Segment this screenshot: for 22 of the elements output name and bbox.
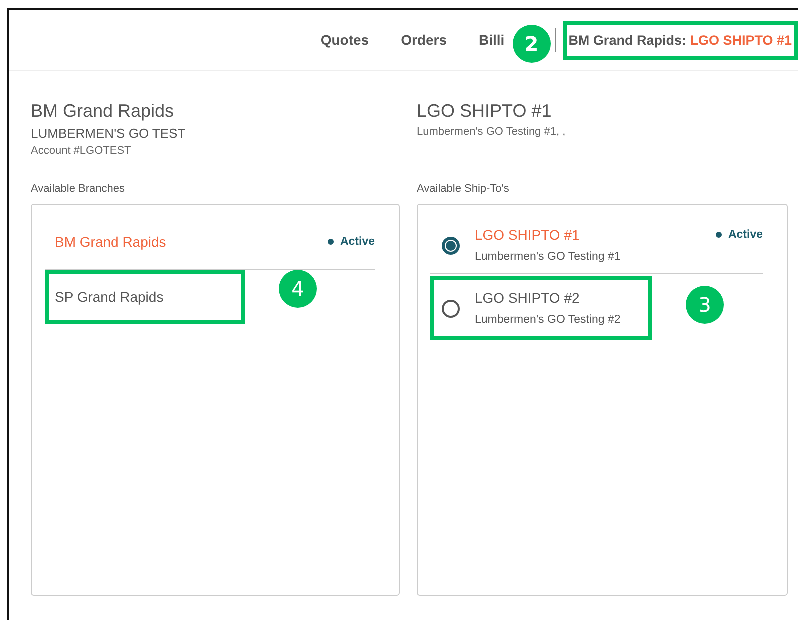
active-status: Active [716, 229, 763, 241]
radio-button[interactable] [442, 300, 460, 318]
branch-item[interactable]: SP Grand Rapids [55, 289, 164, 305]
company-name: LUMBERMEN'S GO TEST [31, 126, 187, 141]
shipto-name: LGO SHIPTO #2 [475, 290, 581, 306]
nav-link[interactable]: Billi [479, 32, 505, 48]
shipto-name: LGO SHIPTO #1 [475, 227, 581, 243]
shipto-address: Lumbermen's GO Testing #1, , [417, 126, 567, 138]
step-badge: 4 [279, 270, 317, 308]
shipto-address: Lumbermen's GO Testing #1 [475, 251, 622, 263]
step-badge: 3 [686, 286, 724, 324]
account-number: Account #LGOTEST [31, 145, 132, 157]
section-label: Available Branches [31, 183, 126, 195]
step-badge: 2 [512, 24, 551, 62]
nav-link[interactable]: Quotes [320, 32, 370, 48]
radio-button[interactable] [442, 237, 460, 255]
active-status: Active [328, 236, 375, 248]
shipto-title: LGO SHIPTO #1 [417, 101, 553, 122]
nav-link[interactable]: Orders [401, 32, 448, 48]
branch-title: BM Grand Rapids [31, 101, 176, 122]
shipto-address: Lumbermen's GO Testing #2 [475, 314, 622, 326]
section-label: Available Ship-To's [417, 183, 510, 195]
